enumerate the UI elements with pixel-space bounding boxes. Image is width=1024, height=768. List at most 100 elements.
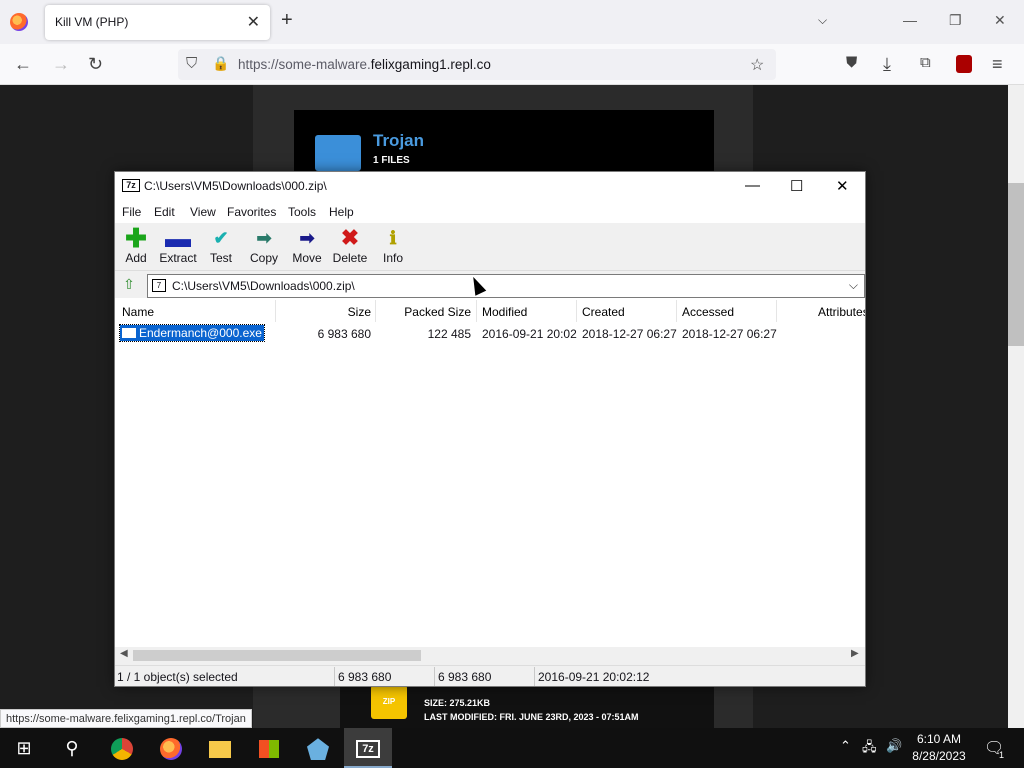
horizontal-scrollbar[interactable]: ◀ ▶: [115, 647, 865, 664]
menu-edit[interactable]: Edit: [154, 205, 175, 219]
zip-file-icon: ZIP: [371, 685, 407, 719]
menu-tools[interactable]: Tools: [288, 205, 316, 219]
volume-icon[interactable]: 🔊: [886, 738, 902, 754]
copy-arrow-icon: ➡: [256, 228, 272, 248]
row-created: 2018-12-27 06:27: [582, 327, 677, 341]
menu-view[interactable]: View: [190, 205, 216, 219]
tab-close-icon[interactable]: ✕: [247, 12, 260, 32]
page-scrollbar[interactable]: [1008, 85, 1024, 728]
lock-icon[interactable]: 🔒: [212, 55, 229, 72]
store-icon[interactable]: [245, 728, 293, 768]
column-size[interactable]: Size: [275, 305, 371, 319]
status-link-preview: https://some-malware.felixgaming1.repl.c…: [0, 709, 252, 728]
restore-button[interactable]: ❐: [949, 12, 962, 29]
firefox-taskbar-icon[interactable]: [147, 728, 195, 768]
pocket-icon[interactable]: ⛊: [846, 54, 857, 71]
download-icon[interactable]: ⤓: [883, 54, 891, 75]
row-size: 6 983 680: [317, 327, 371, 341]
url-prefix: https://some-malware.: [238, 57, 371, 72]
card-file-count: 1 FILES: [373, 155, 410, 166]
copy-button[interactable]: ➡ Copy: [242, 227, 286, 265]
file-explorer-icon[interactable]: [196, 728, 244, 768]
start-windows-icon[interactable]: ⊞: [0, 728, 48, 768]
extract-label: Extract: [159, 251, 197, 265]
minimize-button[interactable]: —: [903, 12, 917, 28]
close-window-button[interactable]: ✕: [994, 12, 1006, 29]
info-button[interactable]: ℹ Info: [371, 227, 415, 265]
test-button[interactable]: ✔ Test: [199, 227, 243, 265]
search-icon[interactable]: ⚲: [48, 728, 96, 768]
delete-x-icon: ✖: [340, 225, 360, 250]
column-created[interactable]: Created: [582, 305, 625, 319]
shield-icon[interactable]: ⛉: [186, 55, 197, 72]
extract-button[interactable]: ▬ Extract: [156, 223, 200, 265]
firefox-icon: [10, 13, 28, 31]
column-packed-size[interactable]: Packed Size: [375, 305, 471, 319]
network-icon[interactable]: 🖧: [862, 738, 877, 760]
url-domain: felixgaming1.repl.co: [370, 57, 491, 72]
7zip-taskbar-icon[interactable]: 7z: [344, 728, 392, 768]
7zip-window: 7z C:\Users\VM5\Downloads\000.zip\ — ☐ ✕…: [114, 171, 866, 687]
chevron-up-icon[interactable]: ⌃: [840, 738, 851, 754]
move-button[interactable]: ➡ Move: [285, 227, 329, 265]
scroll-right-icon[interactable]: ▶: [851, 648, 859, 659]
scroll-left-icon[interactable]: ◀: [120, 648, 128, 659]
new-tab-button[interactable]: +: [281, 9, 293, 32]
horizontal-scroll-thumb[interactable]: [133, 650, 421, 661]
minus-icon: ▬: [165, 223, 191, 253]
taskbar: ⊞ ⚲ 7z ⌃ 🖧 🔊 6:10 AM 8/28/2023 🗨 1: [0, 728, 1024, 768]
7zip-close-button[interactable]: ✕: [836, 177, 849, 195]
clock-time[interactable]: 6:10 AM: [910, 732, 968, 746]
forward-arrow-icon[interactable]: →: [52, 54, 70, 75]
folder-up-icon[interactable]: ⇧: [119, 276, 139, 296]
card2-modified: LAST MODIFIED: FRI. JUNE 23RD, 2023 - 07…: [424, 712, 639, 722]
info-icon: ℹ: [389, 228, 397, 248]
info-label: Info: [382, 251, 403, 265]
browser-nav-bar: ← → ↻ ⛉ 🔒 https://some-malware.felixgami…: [0, 44, 1024, 85]
file-list[interactable]: Name Size Packed Size Modified Created A…: [115, 298, 865, 647]
url-bar[interactable]: ⛉ 🔒 https://some-malware.felixgaming1.re…: [178, 49, 776, 80]
7zip-taskbar-label: 7z: [356, 740, 380, 759]
7zip-title-bar[interactable]: 7z C:\Users\VM5\Downloads\000.zip\ — ☐ ✕: [115, 172, 865, 201]
url-text: https://some-malware.felixgaming1.repl.c…: [238, 57, 491, 72]
clock-date[interactable]: 8/28/2023: [910, 749, 968, 763]
test-label: Test: [209, 251, 232, 265]
column-accessed[interactable]: Accessed: [682, 305, 734, 319]
address-field[interactable]: 7 C:\Users\VM5\Downloads\000.zip\ ⌵: [147, 274, 865, 298]
status-separator: [434, 667, 435, 686]
ublock-icon[interactable]: [956, 55, 972, 73]
menu-favorites[interactable]: Favorites: [227, 205, 276, 219]
status-size: 6 983 680: [338, 670, 392, 684]
check-icon: ✔: [213, 228, 229, 248]
extensions-icon[interactable]: ⧉: [920, 54, 931, 71]
column-separator: [676, 300, 677, 322]
tab-kill-vm[interactable]: Kill VM (PHP) ✕: [45, 5, 270, 40]
menu-icon[interactable]: ≡: [992, 54, 1003, 75]
column-modified[interactable]: Modified: [482, 305, 527, 319]
7zip-minimize-button[interactable]: —: [745, 177, 760, 194]
column-separator: [576, 300, 577, 322]
status-separator: [334, 667, 335, 686]
back-arrow-icon[interactable]: ←: [14, 54, 32, 75]
column-attributes[interactable]: Attributes: [818, 305, 865, 319]
card-title[interactable]: Trojan: [373, 131, 424, 151]
7zip-address-row: ⇧ 7 C:\Users\VM5\Downloads\000.zip\ ⌵: [115, 274, 865, 298]
7zip-maximize-button[interactable]: ☐: [790, 177, 803, 195]
status-separator: [534, 667, 535, 686]
chrome-icon[interactable]: [98, 728, 146, 768]
bookmark-star-icon[interactable]: ☆: [750, 55, 764, 75]
delete-button[interactable]: ✖ Delete: [328, 225, 372, 266]
column-name[interactable]: Name: [122, 305, 154, 319]
row-name[interactable]: Endermanch@000.exe: [119, 324, 265, 342]
delete-label: Delete: [332, 251, 368, 265]
row-packed-size: 122 485: [427, 327, 471, 341]
status-size-2: 6 983 680: [438, 670, 492, 684]
reload-icon[interactable]: ↻: [88, 54, 103, 75]
add-button[interactable]: ✚ Add: [114, 225, 158, 265]
page-scrollbar-thumb[interactable]: [1008, 183, 1024, 346]
chevron-down-icon[interactable]: ⌵: [849, 278, 858, 293]
menu-file[interactable]: File: [122, 205, 141, 219]
menu-help[interactable]: Help: [329, 205, 354, 219]
chevron-down-icon[interactable]: ⌵: [818, 13, 827, 28]
app-pentagon-icon[interactable]: [294, 728, 342, 768]
